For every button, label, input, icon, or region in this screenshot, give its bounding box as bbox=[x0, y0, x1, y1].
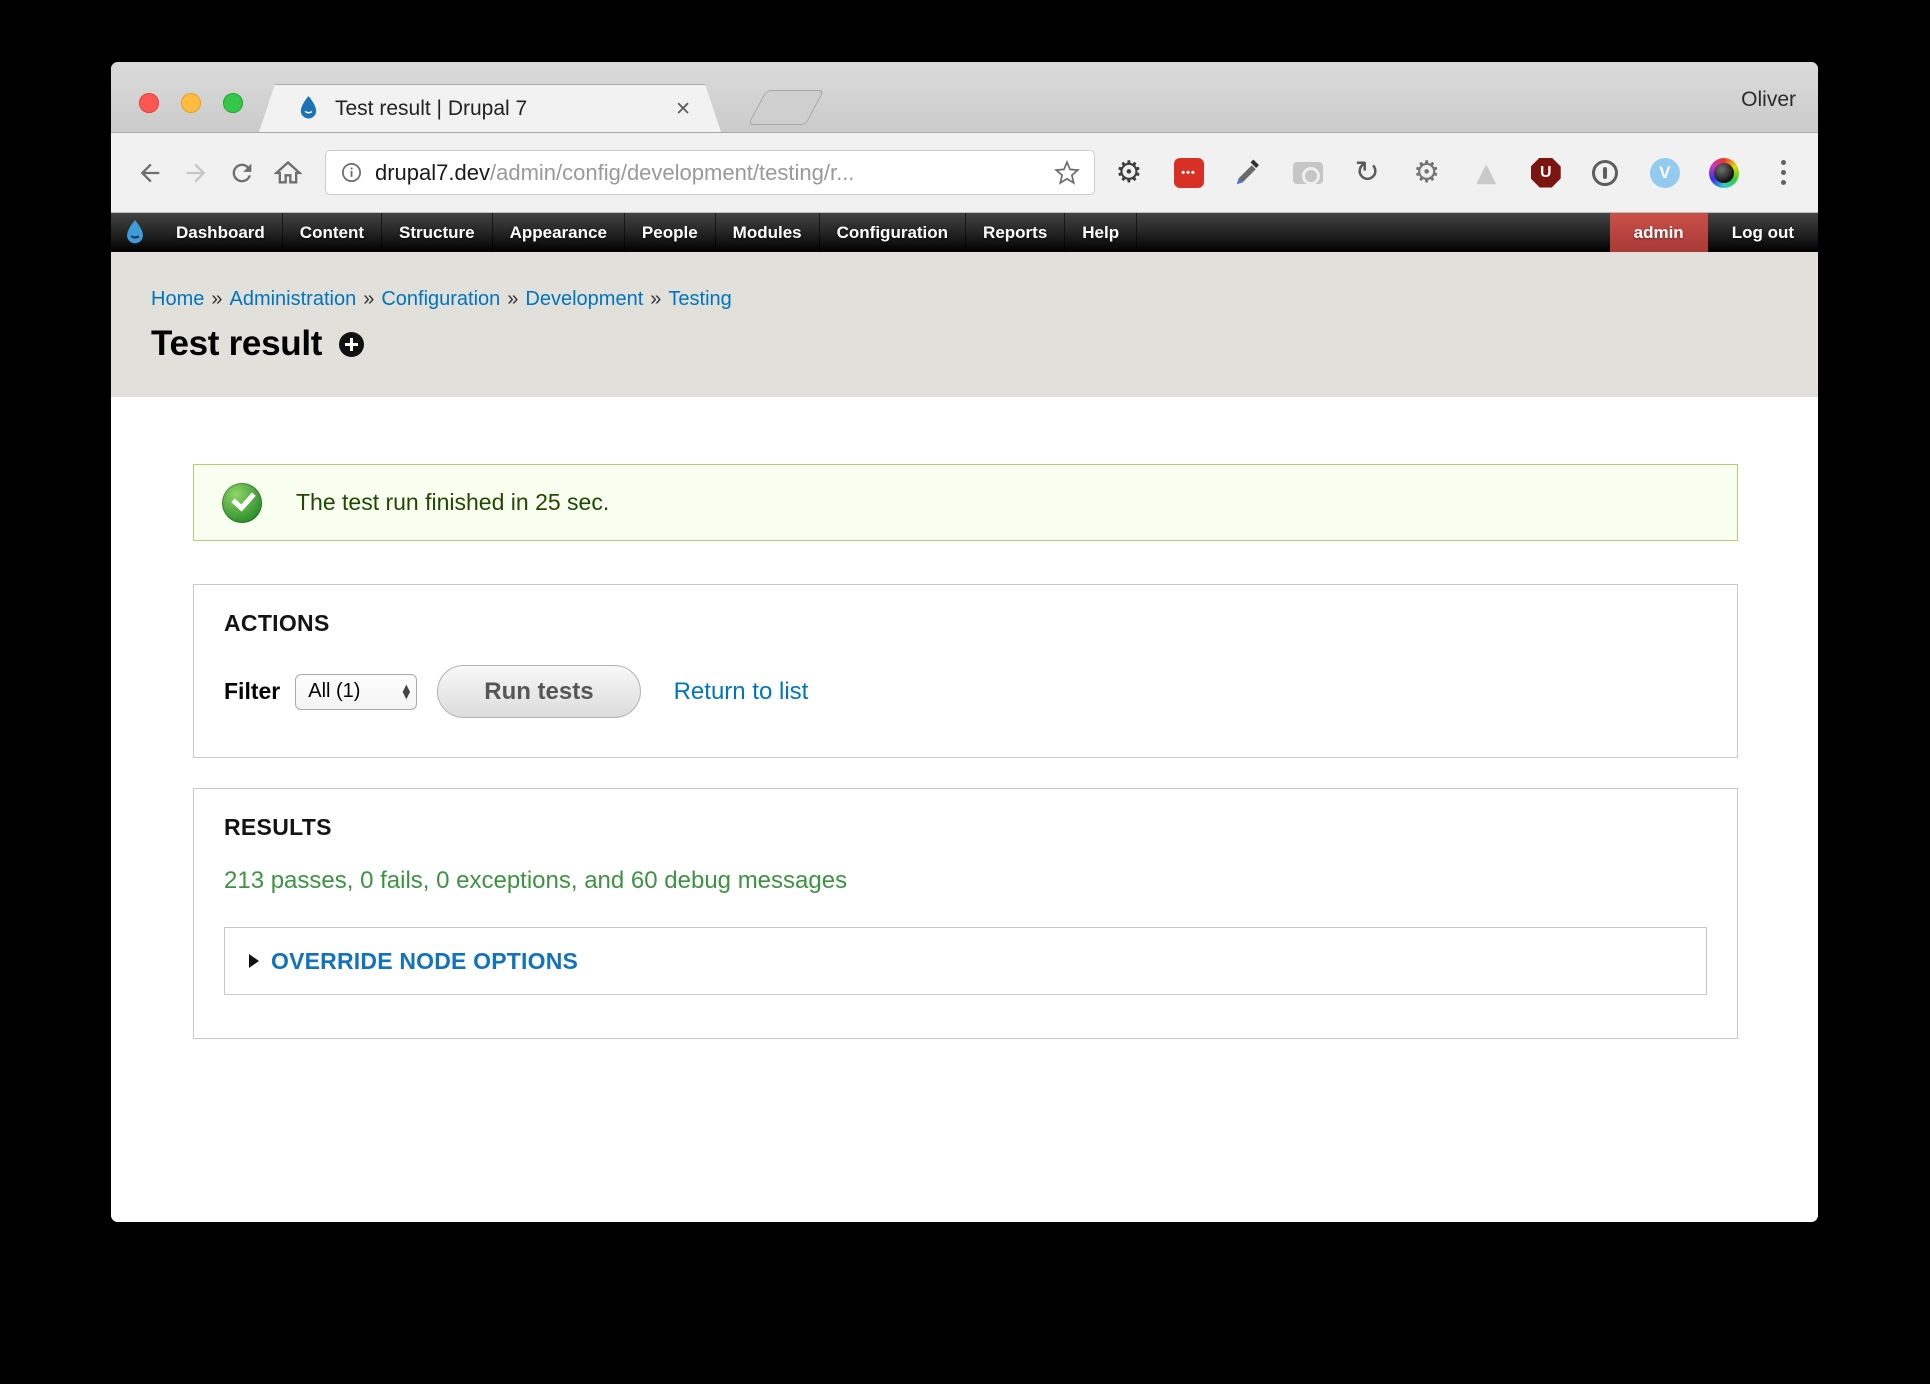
collapsed-arrow-icon bbox=[249, 954, 259, 968]
camera-lens-icon[interactable] bbox=[1708, 157, 1740, 189]
filter-label: Filter bbox=[224, 678, 280, 705]
toolbar-item-dashboard[interactable]: Dashboard bbox=[159, 213, 283, 252]
reload-button[interactable] bbox=[219, 150, 265, 196]
filter-select-value: All (1) bbox=[308, 680, 396, 703]
main-content: The test run finished in 25 sec. ACTIONS… bbox=[111, 397, 1818, 1222]
page-header: Home » Administration » Configuration » Develo… bbox=[111, 252, 1818, 397]
toolbar-item-content[interactable]: Content bbox=[283, 213, 382, 252]
toolbar-item-structure[interactable]: Structure bbox=[382, 213, 493, 252]
back-icon bbox=[136, 159, 164, 187]
breadcrumb-development[interactable]: Development bbox=[525, 288, 643, 310]
sync-icon[interactable]: ↻ bbox=[1351, 157, 1383, 189]
forward-button[interactable] bbox=[173, 150, 219, 196]
toolbar-item-help[interactable]: Help bbox=[1065, 213, 1137, 252]
breadcrumb-home[interactable]: Home bbox=[151, 288, 204, 310]
filter-select[interactable]: All (1) ▲▼ bbox=[295, 674, 417, 710]
results-fieldset: RESULTS 213 passes, 0 fails, 0 exception… bbox=[193, 788, 1738, 1039]
run-tests-button[interactable]: Run tests bbox=[437, 665, 640, 718]
titlebar: Test result | Drupal 7 ✕ Oliver bbox=[111, 62, 1818, 133]
profile-name[interactable]: Oliver bbox=[1741, 88, 1796, 112]
toolbar-item-configuration[interactable]: Configuration bbox=[820, 213, 966, 252]
toolbar-user-admin[interactable]: admin bbox=[1610, 213, 1708, 252]
zoom-window-button[interactable] bbox=[223, 93, 243, 113]
drupal-logo-icon[interactable] bbox=[111, 213, 159, 252]
lastpass-icon[interactable]: ••• bbox=[1173, 157, 1205, 189]
settings-gear-icon[interactable]: ⚙ bbox=[1113, 157, 1145, 189]
breadcrumb-administration[interactable]: Administration bbox=[229, 288, 356, 310]
toolbar-item-reports[interactable]: Reports bbox=[966, 213, 1065, 252]
userscript-gear-icon[interactable]: ⚙ bbox=[1411, 157, 1443, 189]
close-window-button[interactable] bbox=[139, 93, 159, 113]
star-icon[interactable] bbox=[1054, 160, 1080, 186]
breadcrumb-separator: » bbox=[363, 288, 374, 310]
success-check-icon bbox=[222, 483, 262, 523]
toolbar-item-appearance[interactable]: Appearance bbox=[493, 213, 625, 252]
drupal-favicon bbox=[295, 95, 322, 122]
breadcrumb-separator: » bbox=[211, 288, 222, 310]
breadcrumb-configuration[interactable]: Configuration bbox=[381, 288, 500, 310]
traffic-lights bbox=[139, 93, 243, 113]
vimium-icon[interactable]: V bbox=[1649, 157, 1681, 189]
override-node-options-group[interactable]: OVERRIDE NODE OPTIONS bbox=[224, 927, 1707, 995]
home-button[interactable] bbox=[265, 150, 311, 196]
url-host: drupal7.dev bbox=[375, 160, 490, 185]
tab-close-icon[interactable]: ✕ bbox=[675, 98, 691, 120]
browser-tab[interactable]: Test result | Drupal 7 ✕ bbox=[259, 84, 721, 132]
actions-fieldset: ACTIONS Filter All (1) ▲▼ Run tests Retu… bbox=[193, 584, 1738, 758]
camera-icon[interactable] bbox=[1292, 157, 1324, 189]
reload-icon bbox=[228, 159, 256, 187]
breadcrumb-testing[interactable]: Testing bbox=[668, 288, 731, 310]
info-icon[interactable] bbox=[340, 161, 363, 184]
tab-title: Test result | Drupal 7 bbox=[335, 97, 663, 121]
results-summary: 213 passes, 0 fails, 0 exceptions, and 6… bbox=[224, 867, 1707, 895]
breadcrumb-separator: » bbox=[507, 288, 518, 310]
extensions-bar: ⚙ ••• ↻ ⚙ ▲ U V bbox=[1113, 157, 1800, 189]
add-shortcut-icon[interactable] bbox=[339, 332, 364, 357]
return-to-list-link[interactable]: Return to list bbox=[674, 678, 809, 706]
forward-icon bbox=[182, 159, 210, 187]
toolbar-item-modules[interactable]: Modules bbox=[716, 213, 820, 252]
results-heading: RESULTS bbox=[224, 814, 1707, 841]
back-button[interactable] bbox=[127, 150, 173, 196]
address-bar[interactable]: drupal7.dev/admin/config/development/tes… bbox=[325, 150, 1095, 195]
url-path: /admin/config/development/testing/r... bbox=[490, 160, 854, 185]
drupal-admin-toolbar: Dashboard Content Structure Appearance P… bbox=[111, 213, 1818, 252]
eyedropper-icon[interactable] bbox=[1232, 157, 1264, 189]
browser-toolbar: drupal7.dev/admin/config/development/tes… bbox=[111, 133, 1818, 213]
url-text: drupal7.dev/admin/config/development/tes… bbox=[375, 160, 854, 186]
breadcrumb-separator: » bbox=[650, 288, 661, 310]
drive-icon[interactable]: ▲ bbox=[1470, 157, 1502, 189]
override-node-options-link[interactable]: OVERRIDE NODE OPTIONS bbox=[271, 948, 578, 975]
browser-window: Test result | Drupal 7 ✕ Oliver bbox=[111, 62, 1818, 1222]
new-tab-button[interactable] bbox=[748, 90, 825, 125]
toolbar-logout[interactable]: Log out bbox=[1708, 213, 1818, 252]
home-icon bbox=[274, 159, 302, 187]
status-message-text: The test run finished in 25 sec. bbox=[296, 489, 609, 516]
keyhole-icon[interactable] bbox=[1589, 157, 1621, 189]
minimize-window-button[interactable] bbox=[181, 93, 201, 113]
toolbar-item-people[interactable]: People bbox=[625, 213, 716, 252]
status-message: The test run finished in 25 sec. bbox=[193, 464, 1738, 541]
actions-heading: ACTIONS bbox=[224, 610, 1707, 637]
page-title: Test result bbox=[151, 324, 322, 364]
kebab-menu-icon[interactable] bbox=[1768, 157, 1800, 189]
select-stepper-icon: ▲▼ bbox=[397, 685, 411, 699]
breadcrumb: Home » Administration » Configuration » Develo… bbox=[151, 288, 1818, 311]
ublock-icon[interactable]: U bbox=[1530, 157, 1562, 189]
